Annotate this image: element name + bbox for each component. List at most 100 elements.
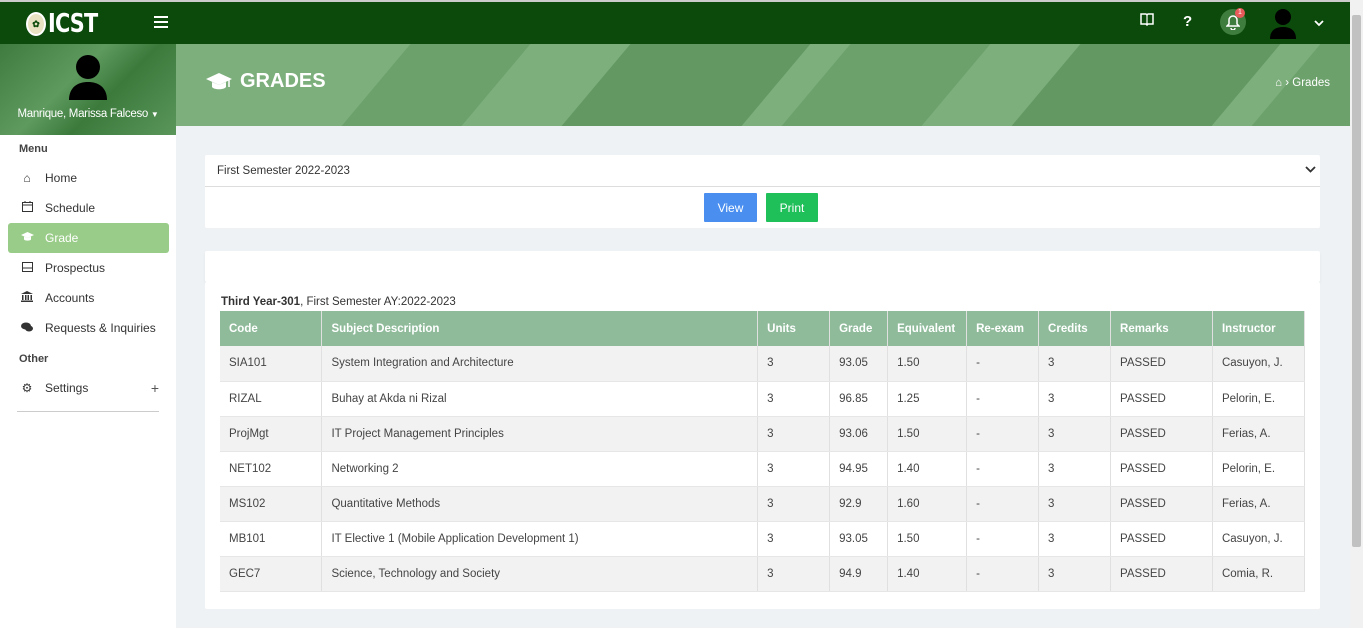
table-cell: 96.85 (829, 381, 889, 417)
column-header[interactable]: Credits (1038, 311, 1112, 346)
user-avatar-icon[interactable] (1269, 7, 1297, 39)
breadcrumb: ⌂ › Grades (1275, 77, 1330, 89)
profile-name-dropdown[interactable]: Manrique, Marissa Falceso ▼ (0, 108, 176, 120)
table-cell: RIZAL (220, 381, 323, 417)
profile-name: Manrique, Marissa Falceso (17, 108, 149, 120)
table-cell: 3 (757, 521, 831, 557)
table-cell: - (966, 416, 1040, 452)
sidebar-profile: Manrique, Marissa Falceso ▼ (0, 44, 176, 135)
table-cell: Networking 2 (321, 451, 759, 487)
calendar-icon (20, 201, 34, 215)
table-cell: 1.50 (887, 521, 968, 557)
column-header[interactable]: Units (757, 311, 831, 346)
sidebar-item-label: Grade (45, 231, 79, 245)
table-cell: 1.40 (887, 556, 968, 592)
bank-icon (20, 291, 34, 305)
column-header[interactable]: Code (220, 311, 323, 346)
sidebar-item-accounts[interactable]: Accounts (8, 283, 169, 313)
column-header[interactable]: Equivalent (887, 311, 968, 346)
table-cell: 1.40 (887, 451, 968, 487)
sidebar-item-grade[interactable]: Grade (8, 223, 169, 253)
table-cell: PASSED (1110, 346, 1213, 382)
table-cell: PASSED (1110, 556, 1213, 592)
other-section-label: Other (19, 353, 49, 365)
menu-section-label: Menu (19, 143, 48, 155)
sidebar-item-prospectus[interactable]: Prospectus (8, 253, 169, 283)
sidebar-item-label: Prospectus (45, 261, 106, 275)
table-row: ProjMgt IT Project Management Principles 3… (220, 416, 1306, 452)
page-title: GRADES (206, 70, 326, 93)
table-cell: 3 (757, 416, 831, 452)
table-cell: GEC7 (220, 556, 323, 592)
book-icon[interactable] (1140, 13, 1154, 30)
page-title-text: GRADES (240, 70, 326, 92)
table-cell: Buhay at Akda ni Rizal (321, 381, 759, 417)
top-navbar: ✿ ICST ? 1 (0, 0, 1350, 44)
hamburger-menu-icon[interactable] (154, 16, 168, 28)
user-menu-chevron-icon[interactable] (1314, 16, 1324, 30)
table-cell: 3 (757, 346, 831, 382)
sidebar-item-requests[interactable]: Requests & Inquiries (8, 313, 169, 343)
grades-subtitle: Third Year-301, First Semester AY:2022-2… (221, 296, 456, 308)
home-icon: ⌂ (23, 171, 31, 185)
table-cell: - (966, 451, 1040, 487)
sidebar: Manrique, Marissa Falceso ▼ Menu ⌂ Home S… (0, 44, 176, 628)
table-cell: PASSED (1110, 451, 1213, 487)
table-cell: 1.50 (887, 416, 968, 452)
table-cell: Science, Technology and Society (321, 556, 759, 592)
table-cell: IT Project Management Principles (321, 416, 759, 452)
logo-text: ICST (48, 9, 98, 39)
chevron-down-icon (1305, 164, 1316, 176)
page-header-banner: GRADES ⌂ › Grades (176, 44, 1350, 126)
column-header[interactable]: Grade (829, 311, 889, 346)
column-header[interactable]: Subject Description (321, 311, 759, 346)
expand-plus-icon[interactable]: + (151, 380, 159, 396)
table-cell: - (966, 381, 1040, 417)
table-cell: - (966, 346, 1040, 382)
table-row: MS102 Quantitative Methods 3 92.9 1.60-3 PASS… (220, 486, 1306, 522)
sidebar-item-home[interactable]: ⌂ Home (8, 163, 169, 193)
table-cell: ProjMgt (220, 416, 323, 452)
table-cell: Casuyon, J. (1212, 521, 1306, 557)
column-header[interactable]: Instructor (1212, 311, 1306, 346)
print-button[interactable]: Print (766, 193, 818, 222)
table-cell: PASSED (1110, 381, 1213, 417)
table-cell: Ferias, A. (1212, 416, 1306, 452)
chat-icon (20, 321, 34, 335)
table-cell: Quantitative Methods (321, 486, 759, 522)
school-seal-icon: ✿ (26, 12, 46, 36)
table-row: GEC7 Science, Technology and Society 3 94.9… (220, 556, 1306, 592)
table-cell: 93.05 (829, 521, 889, 557)
column-header[interactable]: Remarks (1110, 311, 1213, 346)
table-cell: Casuyon, J. (1212, 346, 1306, 382)
sidebar-item-label: Requests & Inquiries (45, 321, 156, 335)
sidebar-item-settings[interactable]: ⚙ Settings + (8, 373, 169, 403)
notification-button[interactable]: 1 (1220, 8, 1246, 35)
sidebar-divider (17, 411, 159, 412)
sidebar-item-label: Accounts (45, 291, 95, 305)
table-cell: PASSED (1110, 521, 1213, 557)
sidebar-item-label: Home (45, 171, 78, 185)
breadcrumb-current[interactable]: Grades (1292, 77, 1330, 89)
table-cell: MB101 (220, 521, 323, 557)
column-header[interactable]: Re-exam (966, 311, 1040, 346)
notification-badge: 1 (1235, 8, 1245, 18)
sidebar-item-schedule[interactable]: Schedule (8, 193, 169, 223)
page-scrollbar[interactable] (1350, 0, 1363, 628)
breadcrumb-home-icon[interactable]: ⌂ (1275, 77, 1282, 89)
table-cell: 3 (757, 381, 831, 417)
table-cell: NET102 (220, 451, 323, 487)
scrollbar-thumb[interactable] (1352, 15, 1361, 547)
prospectus-icon (20, 261, 34, 275)
graduation-cap-icon (206, 72, 232, 89)
table-cell: Pelorin, E. (1212, 451, 1306, 487)
app-logo[interactable]: ✿ ICST (26, 9, 110, 39)
table-row: SIA101 System Integration and Architectur… (220, 346, 1306, 382)
sidebar-item-label: Settings (45, 381, 89, 395)
table-cell: 3 (1038, 416, 1112, 452)
help-icon[interactable]: ? (1183, 13, 1192, 30)
section-label: Third Year-301 (221, 296, 301, 308)
semester-select[interactable]: First Semester 2022-2023 (205, 155, 1320, 187)
table-cell: 92.9 (829, 486, 889, 522)
view-button[interactable]: View (704, 193, 757, 222)
